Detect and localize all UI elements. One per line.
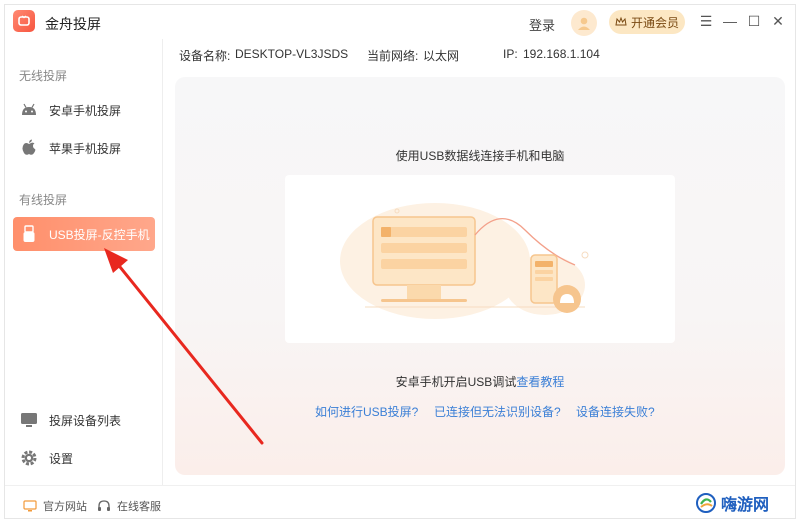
usb-debug-hint: 安卓手机开启USB调试查看教程 [175, 373, 785, 390]
sidebar-item-apple[interactable]: 苹果手机投屏 [13, 131, 155, 165]
ip-value: 192.168.1.104 [523, 47, 600, 61]
network-value: 以太网 [423, 49, 460, 63]
sidebar-item-label: USB投屏-反控手机 [49, 227, 150, 242]
wireless-section-label: 无线投屏 [19, 69, 68, 83]
usb-debug-text: 安卓手机开启USB调试 [395, 375, 517, 389]
official-site-label: 官方网站 [43, 501, 87, 513]
minimize-button[interactable]: — [721, 13, 739, 29]
ip-label: IP: [503, 47, 518, 61]
device-name-label: 设备名称: [179, 49, 231, 63]
menu-icon[interactable]: ☰ [697, 13, 715, 30]
crown-icon [615, 16, 627, 26]
app-title: 金舟投屏 [45, 16, 101, 32]
help-link-connect-failed[interactable]: 设备连接失败? [576, 403, 655, 420]
device-list-icon [19, 410, 39, 430]
vip-label: 开通会员 [630, 15, 679, 30]
monitor-icon [23, 500, 37, 512]
vip-button[interactable]: 开通会员 [609, 10, 685, 34]
title-bar: 金舟投屏 登录 开通会员 ☰ — ☐ ✕ [5, 5, 795, 39]
network-label: 当前网络: [367, 49, 419, 63]
avatar[interactable] [571, 10, 597, 36]
sidebar-item-label: 设置 [49, 451, 74, 466]
sidebar-item-label: 投屏设备列表 [49, 413, 122, 428]
online-support-label: 在线客服 [117, 501, 161, 513]
device-name-value: DESKTOP-VL3JSDS [235, 47, 349, 61]
sidebar-item-device-list[interactable]: 投屏设备列表 [13, 403, 155, 437]
headset-icon [98, 500, 110, 511]
app-window: 金舟投屏 登录 开通会员 ☰ — ☐ ✕ 无线投屏 安卓手机投屏 苹果手机投屏 … [4, 4, 796, 519]
apple-icon [19, 138, 39, 158]
sidebar-item-settings[interactable]: 设置 [13, 441, 155, 475]
view-tutorial-link[interactable]: 查看教程 [516, 375, 564, 389]
sidebar: 无线投屏 安卓手机投屏 苹果手机投屏 有线投屏 USB投屏-反控手机 投屏设备列 [5, 39, 163, 485]
wired-section-label: 有线投屏 [19, 193, 68, 207]
sidebar-item-label: 安卓手机投屏 [49, 103, 122, 118]
sidebar-item-label: 苹果手机投屏 [49, 141, 122, 156]
usb-connect-hint: 使用USB数据线连接手机和电脑 [395, 149, 565, 163]
site-watermark: 嗨游网 [695, 491, 769, 515]
sidebar-item-android[interactable]: 安卓手机投屏 [13, 93, 155, 127]
app-logo-icon [13, 10, 35, 32]
android-icon [19, 100, 39, 120]
footer-bar: 官方网站 在线客服 [5, 485, 795, 518]
gear-icon [19, 448, 39, 468]
help-link-not-recognized[interactable]: 已连接但无法识别设备? [434, 403, 561, 420]
login-button[interactable]: 登录 [529, 15, 555, 34]
official-site-link[interactable]: 官方网站 [23, 498, 87, 514]
usb-icon [19, 224, 39, 244]
online-support-link[interactable]: 在线客服 [97, 498, 161, 514]
sidebar-item-usb[interactable]: USB投屏-反控手机 [13, 217, 155, 251]
close-button[interactable]: ✕ [769, 13, 787, 30]
help-link-how-to[interactable]: 如何进行USB投屏? [315, 403, 418, 420]
watermark-logo-icon [696, 493, 716, 513]
usb-connection-illustration [285, 175, 675, 343]
maximize-button[interactable]: ☐ [745, 13, 763, 30]
main-panel: 使用USB数据线连接手机和电脑 安卓手机开启USB调试查看教程 如何进行USB投… [175, 77, 785, 475]
watermark-text: 嗨游网 [721, 497, 770, 514]
